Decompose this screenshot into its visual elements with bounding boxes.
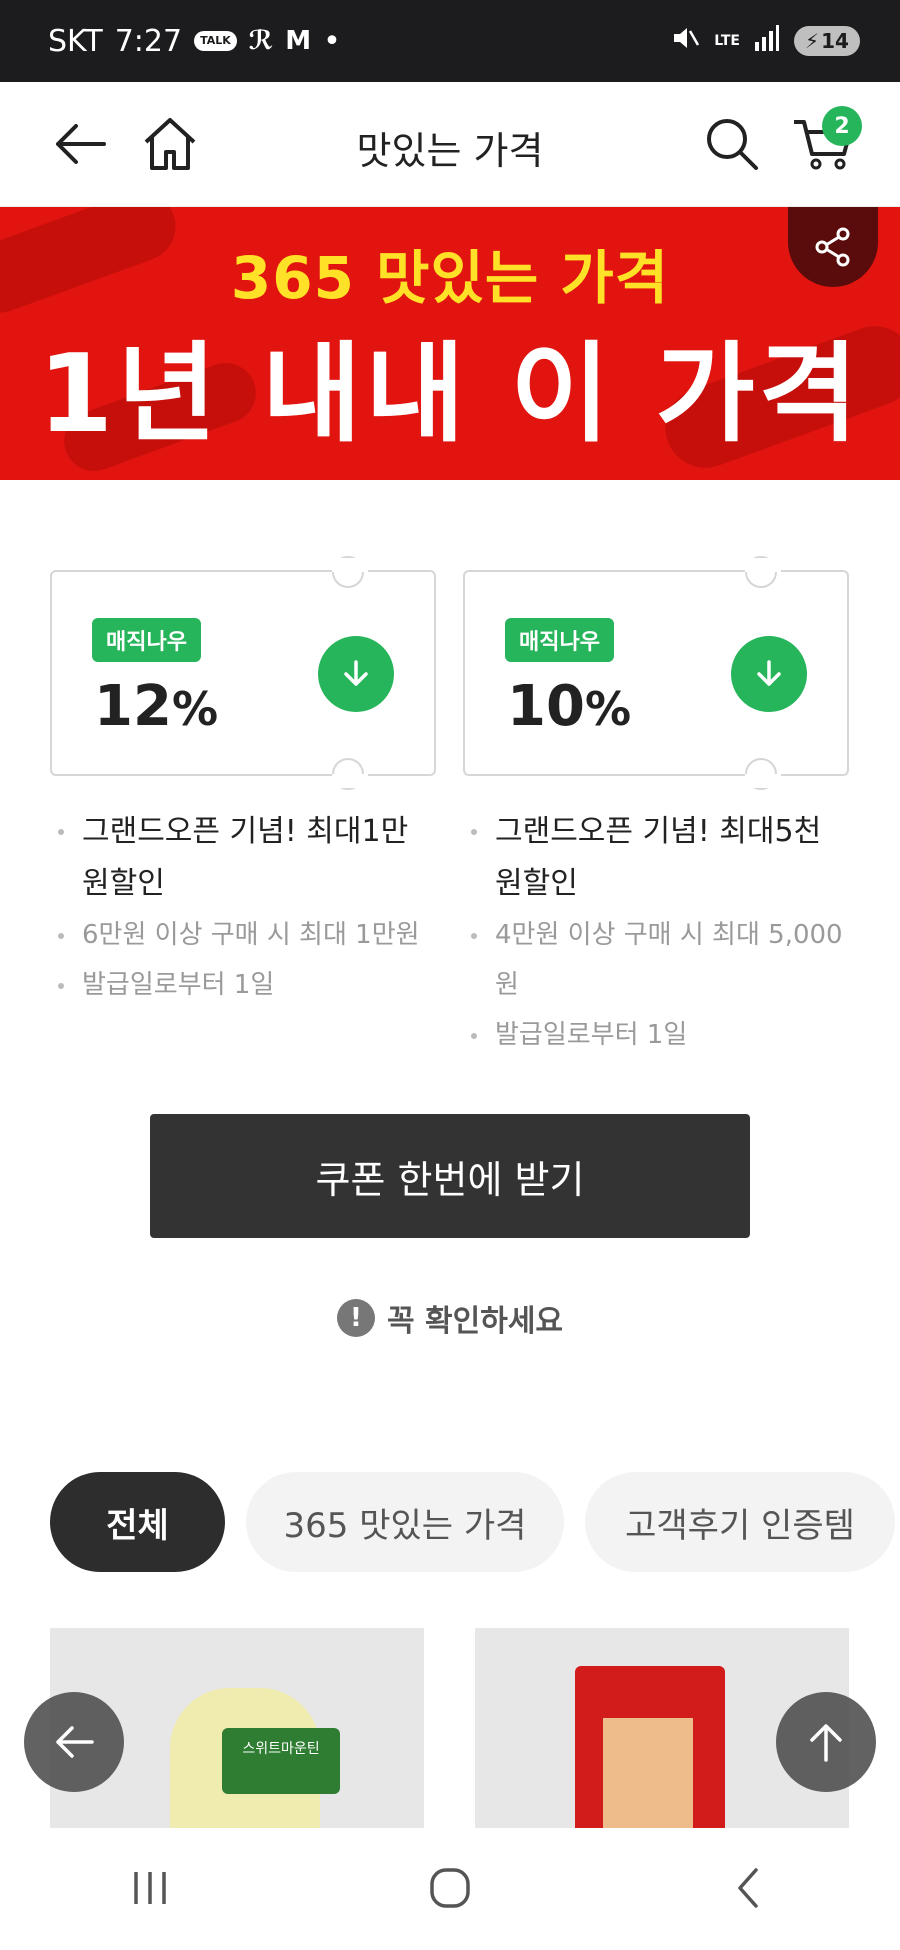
notice-label: 꼭 확인하세요 [386, 1304, 564, 1339]
top-app-bar: 맛있는 가격 2 [0, 82, 900, 207]
get-all-coupons-button[interactable]: 쿠폰 한번에 받기 [150, 1114, 750, 1238]
system-back-button[interactable] [726, 1864, 774, 1916]
coupon-notch-cover [745, 774, 781, 788]
carrier-label: SKT [48, 23, 103, 59]
search-icon [707, 119, 758, 170]
coupon-percent-value: 12 [94, 674, 172, 739]
coupon-percent-value: 10 [507, 674, 585, 739]
scroll-to-top-button[interactable] [776, 1692, 876, 1792]
clock: 7:27 [114, 23, 183, 59]
system-nav-bar [0, 1830, 900, 1950]
coupon-title: 그랜드오픈 기념! 최대5천원할인 [465, 806, 845, 910]
battery-icon: ⚡ 14 [794, 26, 860, 56]
battery-level: 14 [821, 29, 849, 53]
floating-back-button[interactable] [24, 1692, 124, 1792]
product-package-label: 스위트마운틴 [222, 1728, 340, 1794]
signal-icon [754, 24, 780, 58]
home-nav-button[interactable] [426, 1864, 474, 1916]
cart-button[interactable]: 2 [790, 106, 862, 176]
dot-icon: • [323, 23, 341, 59]
promo-banner[interactable]: 365 맛있는 가격 1년 내내 이 가격 [0, 207, 900, 480]
coupon-notch-cover [332, 774, 368, 788]
charging-icon: ⚡ [805, 29, 820, 53]
coupon-discount: 10% [507, 674, 631, 739]
tab-365-price[interactable]: 365 맛있는 가격 [246, 1472, 564, 1572]
arrow-down-icon [344, 660, 368, 686]
coupon-tag: 매직나우 [92, 618, 201, 662]
coupon-condition: 발급일로부터 1일 [52, 960, 432, 1010]
recent-apps-button[interactable] [126, 1864, 174, 1916]
coupon-tag: 매직나우 [505, 618, 614, 662]
app-k-icon: ℛ [248, 26, 274, 56]
coupon-notch-cover [745, 558, 781, 572]
status-bar: SKT 7:27 TALK ℛ M • LTE ⚡ 14 [0, 0, 900, 82]
status-right: LTE ⚡ 14 [670, 23, 860, 59]
coupon-card[interactable]: 매직나우 10% [463, 556, 849, 790]
arrow-up-icon [810, 1724, 842, 1762]
coupon-condition: 4만원 이상 구매 시 최대 5,000원 [465, 910, 845, 1010]
kakaotalk-icon: TALK [194, 31, 237, 51]
coupon-download-button[interactable] [318, 636, 394, 712]
gmail-icon: M [285, 26, 312, 56]
exclamation-icon: ! [336, 1299, 375, 1337]
coupon-discount: 12% [94, 674, 218, 739]
status-left: SKT 7:27 TALK ℛ M • [48, 24, 341, 59]
home-circle-icon [430, 1868, 470, 1908]
coupon-condition: 6만원 이상 구매 시 최대 1만원 [52, 910, 432, 960]
tab-reviews[interactable]: 고객후기 인증템 [585, 1472, 895, 1572]
coupon-details: 그랜드오픈 기념! 최대5천원할인 4만원 이상 구매 시 최대 5,000원 … [465, 806, 845, 1060]
tab-all[interactable]: 전체 [50, 1472, 225, 1572]
arrow-left-icon [56, 1726, 94, 1758]
share-icon [815, 227, 850, 267]
page-title: 맛있는 가격 [356, 129, 544, 173]
product-image-window [603, 1718, 693, 1828]
notice-link[interactable]: ! 꼭 확인하세요 [0, 1296, 900, 1340]
coupon-download-button[interactable] [731, 636, 807, 712]
coupon-card[interactable]: 매직나우 12% [50, 556, 436, 790]
banner-subtitle: 365 맛있는 가격 [230, 244, 670, 312]
cart-count-badge: 2 [822, 106, 862, 146]
arrow-down-icon [757, 660, 781, 686]
coupon-notch-cover [332, 558, 368, 572]
banner-headline: 1년 내내 이 가격 [37, 332, 863, 457]
chevron-left-icon [738, 1868, 758, 1908]
mute-icon [670, 23, 700, 59]
coupon-title: 그랜드오픈 기념! 최대1만원할인 [52, 806, 432, 910]
recent-apps-icon [134, 1872, 166, 1904]
coupon-percent-symbol: % [171, 682, 219, 736]
coupon-condition: 발급일로부터 1일 [465, 1010, 845, 1060]
search-button[interactable] [700, 112, 764, 176]
network-label: LTE [714, 33, 740, 49]
coupon-percent-symbol: % [584, 682, 632, 736]
coupon-details: 그랜드오픈 기념! 최대1만원할인 6만원 이상 구매 시 최대 1만원 발급일… [52, 806, 432, 1010]
